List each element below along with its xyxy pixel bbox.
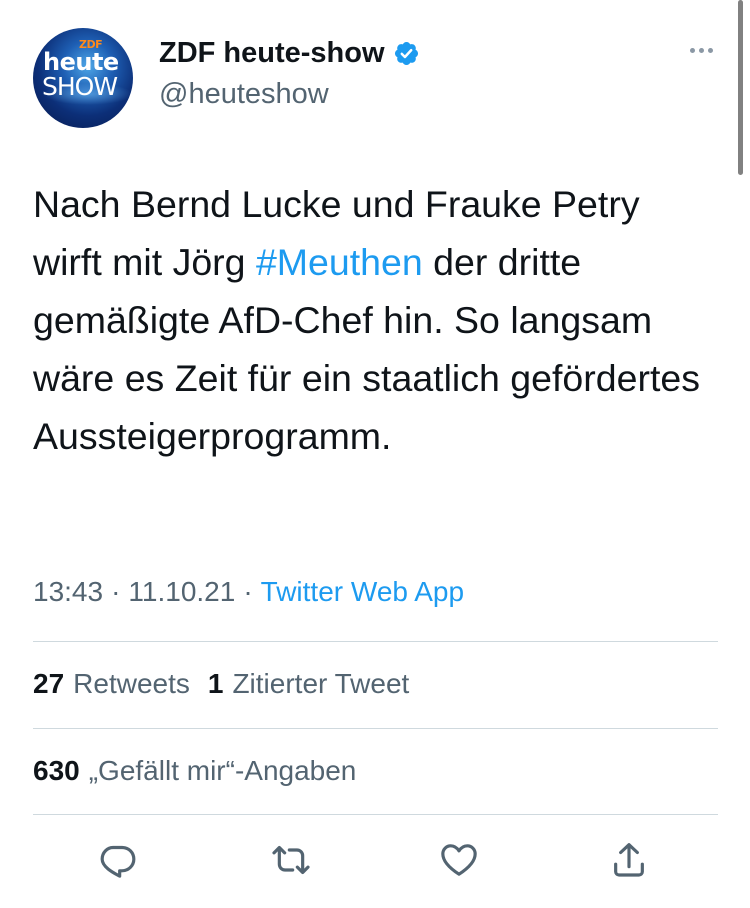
divider (33, 728, 718, 729)
retweet-stats-row: 27 Retweets 1 Zitierter Tweet (33, 668, 409, 700)
like-icon (441, 844, 477, 876)
author-names: ZDF heute-show @heuteshow (159, 36, 420, 111)
more-options-icon[interactable] (690, 48, 713, 53)
divider (33, 814, 718, 815)
tweet-header: ZDF heute SHOW ZDF heute-show @heuteshow (33, 28, 723, 128)
more-dot (699, 48, 704, 53)
share-button[interactable] (607, 838, 651, 882)
verified-badge-icon (394, 41, 418, 65)
meta-separator: · (243, 576, 253, 607)
reply-button[interactable] (96, 838, 140, 882)
avatar[interactable]: ZDF heute SHOW (33, 28, 133, 128)
avatar-logo-show: SHOW (42, 72, 118, 101)
quotes-count: 1 (207, 668, 224, 699)
tweet-date[interactable]: 11.10.21 (128, 576, 235, 608)
like-button[interactable] (437, 838, 481, 882)
tweet-text: Nach Bernd Lucke und Frauke Petry wirft … (33, 175, 713, 465)
more-dot (690, 48, 695, 53)
retweet-icon (272, 845, 310, 875)
retweet-button[interactable] (269, 838, 313, 882)
quotes-label: Zitierter Tweet (232, 668, 410, 699)
retweets-count: 27 (33, 668, 65, 699)
author-display-name-row[interactable]: ZDF heute-show (159, 36, 420, 70)
meta-separator: · (111, 576, 121, 607)
scrollbar[interactable] (738, 0, 743, 175)
retweets-stat[interactable]: 27 Retweets (33, 668, 190, 700)
more-dot (708, 48, 713, 53)
likes-stats-row: 630 „Gefällt mir“-Angaben (33, 755, 356, 787)
retweets-label: Retweets (73, 668, 190, 699)
reply-icon (100, 845, 136, 878)
likes-count: 630 (33, 755, 80, 786)
author-handle[interactable]: @heuteshow (159, 78, 420, 111)
tweet-meta: 13:43 · 11.10.21 · Twitter Web App (33, 576, 464, 608)
tweet-source-link[interactable]: Twitter Web App (261, 576, 464, 608)
quotes-stat[interactable]: 1 Zitierter Tweet (208, 668, 409, 700)
action-bar (0, 838, 750, 888)
likes-label: „Gefällt mir“-Angaben (88, 755, 357, 786)
author-display-name[interactable]: ZDF heute-show (159, 37, 385, 70)
tweet-time[interactable]: 13:43 (33, 576, 103, 608)
hashtag-link[interactable]: #Meuthen (256, 241, 423, 283)
divider (33, 641, 718, 642)
share-icon (614, 843, 644, 877)
likes-stat[interactable]: 630 „Gefällt mir“-Angaben (33, 755, 356, 787)
